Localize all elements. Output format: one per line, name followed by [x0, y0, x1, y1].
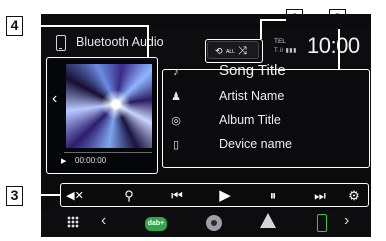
callout-line-3 — [23, 194, 60, 196]
signal-strength-icon: T.il ▮▮▮ — [274, 48, 297, 54]
callout-line-1 — [260, 19, 286, 21]
phone-icon[interactable] — [317, 214, 327, 232]
app-title: Bluetooth Audio — [76, 35, 164, 49]
callout-line-4 — [23, 25, 148, 27]
callout-4: 4 — [6, 16, 23, 36]
highlight-artwork — [46, 57, 158, 174]
highlight-controls — [60, 183, 369, 207]
bottom-nav: ‹ dab+ › — [41, 210, 371, 237]
chevron-left-icon[interactable]: ‹ — [101, 212, 106, 230]
callout-3: 3 — [6, 186, 23, 206]
disc-icon[interactable] — [206, 215, 222, 231]
callout-line-4-drop — [147, 25, 149, 57]
dab-icon[interactable]: dab+ — [145, 217, 167, 231]
tel-label: TEL — [274, 38, 286, 45]
callout-line-2 — [338, 29, 340, 69]
clock: 10:00 — [307, 33, 360, 58]
chevron-right-icon[interactable]: › — [344, 212, 349, 230]
bluetooth-device-icon — [56, 35, 66, 51]
highlight-repeat-shuffle — [205, 39, 263, 63]
menu-grid-icon[interactable] — [67, 216, 79, 228]
navigation-icon[interactable] — [260, 213, 276, 228]
callout-line-1-drop — [260, 19, 262, 39]
highlight-track-info — [162, 69, 370, 168]
